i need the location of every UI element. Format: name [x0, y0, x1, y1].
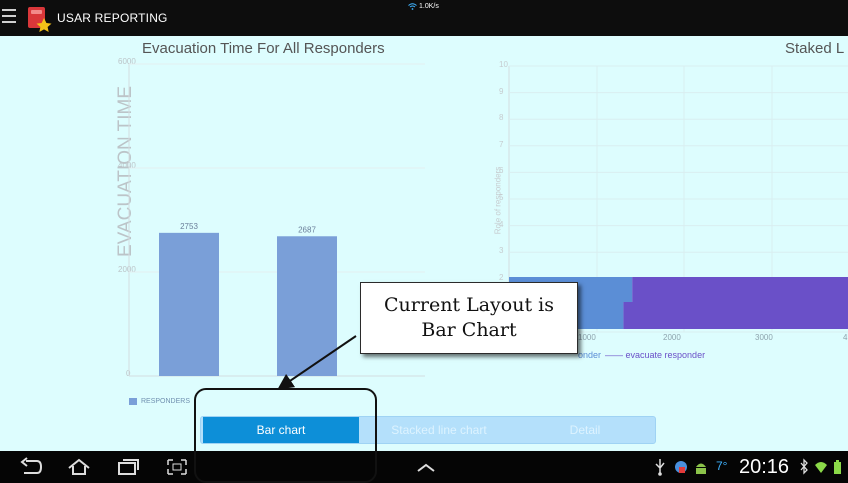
- stacked-bar-segment: [623, 302, 848, 329]
- stacked-legend-line: ——: [605, 350, 623, 360]
- stacked-legend-item-2: —— evacuate responder: [605, 350, 705, 360]
- android-icon: [696, 463, 706, 474]
- chevron-up-icon[interactable]: [414, 457, 438, 477]
- tab-stacked-line-chart[interactable]: Stacked line chart: [371, 417, 507, 443]
- bluetooth-icon: [800, 458, 808, 475]
- stacked-legend-label-2: evacuate responder: [625, 350, 706, 360]
- stack-y-tick: 2: [499, 272, 504, 282]
- system-navigation-bar: 7° 20:16: [0, 451, 848, 483]
- stack-y-tick: 3: [499, 246, 504, 256]
- network-speed-value: 1.0K/s: [419, 3, 439, 10]
- tab-bar-chart[interactable]: Bar chart: [203, 417, 359, 443]
- home-icon[interactable]: [66, 457, 92, 477]
- app-title: USAR REPORTING: [57, 11, 168, 25]
- action-bar: USAR REPORTING 1.0K/s: [0, 0, 848, 36]
- temperature-status: 7°: [716, 459, 728, 473]
- annotation-callout: Current Layout is Bar Chart: [360, 282, 578, 354]
- stacked-legend-label-1: onder: [578, 350, 602, 360]
- stack-y-tick: 10: [499, 60, 508, 69]
- stack-x-tick: 2000: [663, 333, 681, 342]
- recent-apps-icon[interactable]: [115, 457, 141, 477]
- stack-y-tick: 8: [499, 113, 504, 123]
- chart-view-tabs: Bar chart Stacked line chart Detail: [200, 416, 656, 444]
- stack-y-tick: 6: [499, 166, 504, 176]
- stacked-legend-item-1: onder: [578, 350, 601, 360]
- menu-icon[interactable]: [2, 9, 16, 25]
- callout-line-1: Current Layout is: [384, 294, 554, 317]
- stack-y-tick: 5: [499, 193, 504, 202]
- battery-icon: [834, 460, 841, 474]
- app-notification-icon: [675, 461, 687, 473]
- back-icon[interactable]: [18, 457, 44, 477]
- stack-x-tick: 3000: [755, 333, 773, 342]
- stacked-bar-segment: [632, 277, 848, 302]
- usb-icon: [655, 459, 665, 476]
- screenshot-icon[interactable]: [165, 457, 189, 477]
- stack-y-tick: 9: [499, 86, 504, 96]
- clock: 20:16: [739, 456, 790, 478]
- app-logo-icon: [28, 7, 52, 32]
- callout-line-2: Bar Chart: [421, 319, 517, 341]
- report-content[interactable]: Evacuation Time For All Responders EVACU…: [0, 36, 848, 451]
- wifi-icon: [408, 3, 417, 10]
- stack-y-tick: 4: [499, 219, 504, 229]
- stack-y-tick: 7: [499, 139, 504, 149]
- stack-x-tick: 1000: [578, 333, 596, 342]
- network-speed: 1.0K/s: [408, 3, 439, 10]
- wifi-signal-icon: [815, 462, 827, 473]
- stack-x-tick: 4: [843, 333, 848, 342]
- tab-detail[interactable]: Detail: [525, 417, 645, 443]
